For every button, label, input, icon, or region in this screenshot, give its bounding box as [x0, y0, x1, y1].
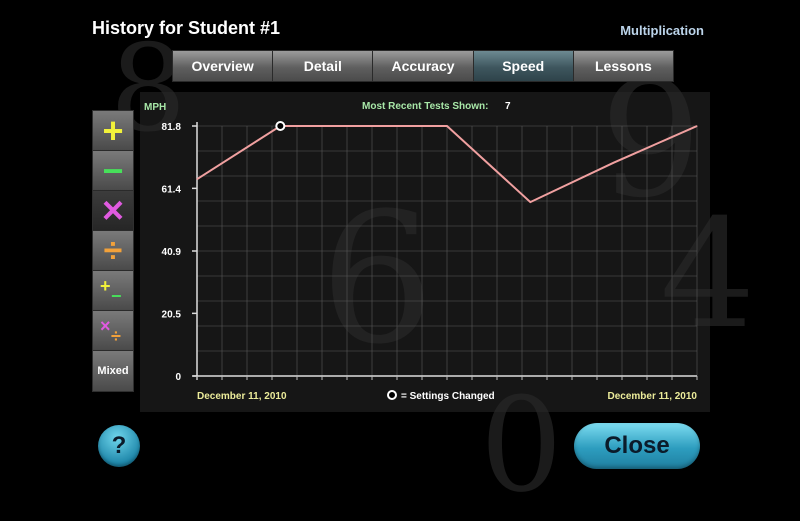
start-date-label: December 11, 2010 — [197, 391, 287, 402]
y-tick-label: 20.5 — [162, 309, 182, 320]
tab-bar: Overview Detail Accuracy Speed Lessons — [172, 50, 674, 82]
y-tick-label: 81.8 — [162, 122, 182, 133]
close-button[interactable]: Close — [574, 423, 700, 469]
operation-selector: + − × ÷ + − × ÷ Mixed — [92, 110, 134, 392]
data-point — [196, 178, 198, 180]
tab-overview[interactable]: Overview — [173, 51, 274, 81]
mixed-label: Mixed — [97, 365, 129, 377]
recent-tests-label: Most Recent Tests Shown: — [362, 101, 489, 112]
recent-tests-count: 7 — [505, 101, 511, 112]
tab-detail[interactable]: Detail — [273, 51, 374, 81]
data-point — [529, 201, 531, 203]
tab-accuracy[interactable]: Accuracy — [373, 51, 474, 81]
chart-grid — [196, 125, 698, 377]
y-axis-label: MPH — [144, 102, 166, 113]
division-button[interactable]: ÷ — [93, 231, 133, 271]
add-subtract-button[interactable]: + − — [93, 271, 133, 311]
help-button[interactable]: ? — [98, 425, 140, 467]
multiply-divide-icon: × ÷ — [100, 315, 121, 346]
settings-changed-legend-icon — [387, 390, 397, 400]
speed-chart: 0 20.5 40.9 61.4 81.8 MPH Most Recent Tests … — [140, 92, 710, 412]
y-tick-label: 40.9 — [162, 247, 182, 258]
add-subtract-icon: + − — [100, 275, 122, 306]
minus-icon: − — [102, 149, 124, 191]
data-point — [446, 125, 448, 127]
data-point — [363, 125, 365, 127]
multiply-divide-button[interactable]: × ÷ — [93, 311, 133, 351]
close-label: Close — [604, 432, 670, 459]
settings-changed-legend-label: = Settings Changed — [401, 391, 495, 402]
end-date-label: December 11, 2010 — [607, 391, 697, 402]
tab-speed[interactable]: Speed — [473, 51, 574, 81]
y-tick-label: 0 — [175, 372, 181, 383]
help-label: ? — [111, 432, 127, 459]
data-point — [613, 162, 615, 164]
multiplication-button[interactable]: × — [93, 191, 133, 231]
data-point — [696, 125, 698, 127]
tab-lessons[interactable]: Lessons — [573, 51, 674, 81]
y-tick-label: 61.4 — [162, 184, 182, 195]
mixed-button[interactable]: Mixed — [93, 351, 133, 391]
divide-icon: ÷ — [103, 231, 123, 270]
subtraction-button[interactable]: − — [93, 151, 133, 191]
settings-changed-marker — [275, 121, 286, 131]
addition-button[interactable]: + — [93, 111, 133, 151]
multiply-icon: × — [101, 189, 125, 232]
chart-canvas: 0 20.5 40.9 61.4 81.8 MPH Most Recent Tests … — [144, 101, 698, 402]
subject-label: Multiplication — [620, 23, 704, 38]
page-title: History for Student #1 — [92, 18, 281, 38]
plus-icon: + — [102, 109, 124, 151]
